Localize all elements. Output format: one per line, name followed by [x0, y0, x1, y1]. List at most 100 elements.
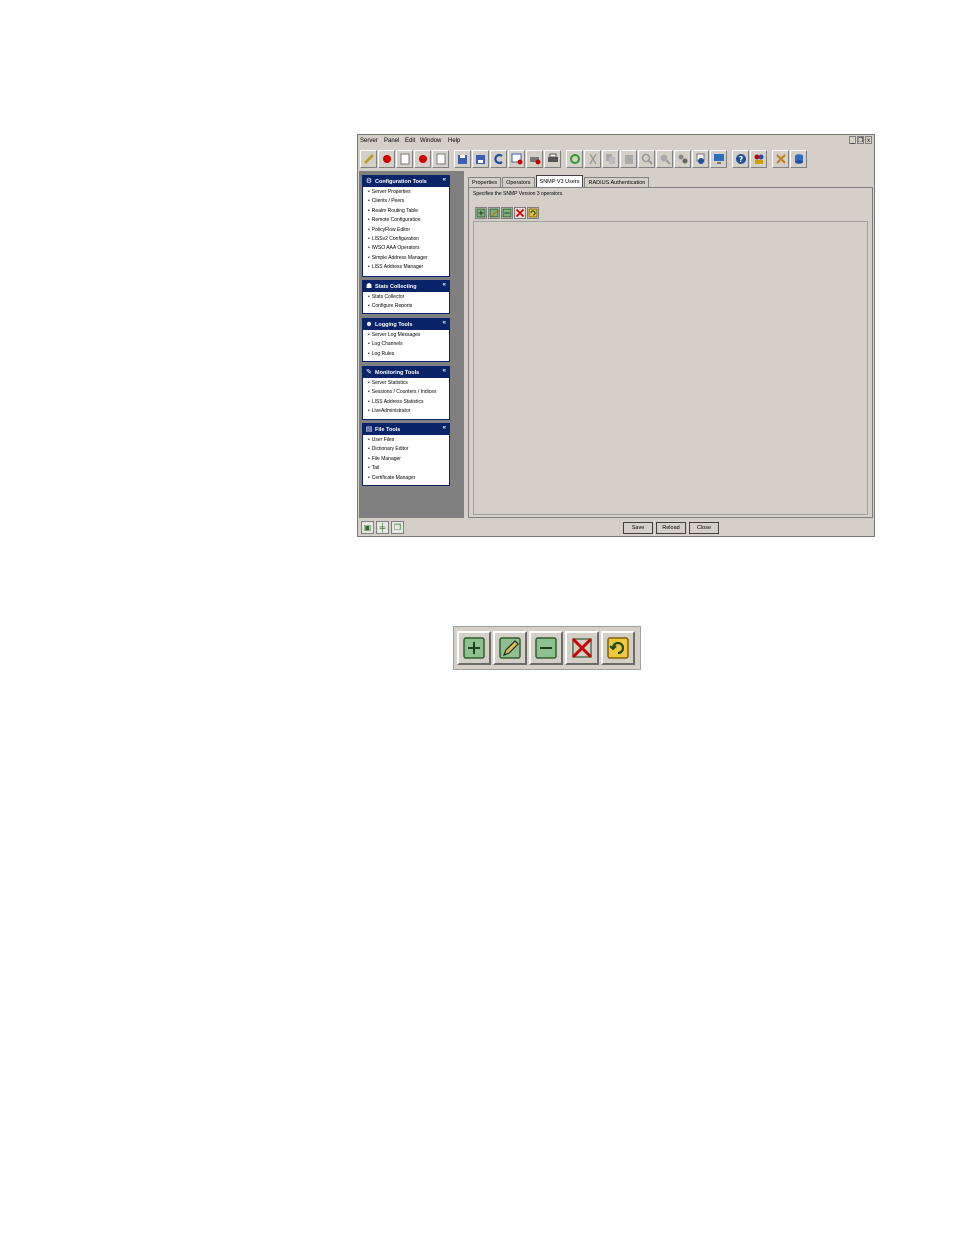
sidebar-item-remote-configuration[interactable]: • Remote Configuration	[368, 216, 449, 225]
panel-header[interactable]: ✎ Monitoring Tools «	[363, 367, 449, 378]
connect-icon[interactable]	[360, 150, 377, 168]
file-tools-icon: ▤	[365, 425, 373, 433]
link-icon[interactable]	[566, 150, 583, 168]
cascade-icon[interactable]: ❐	[391, 521, 404, 534]
sidebar-item-iwso-aaa-operators[interactable]: • IWSO AAA Operators	[368, 244, 449, 253]
sidebar-item-lissv2-configuration[interactable]: • LISSv2 Configuration	[368, 235, 449, 244]
sidebar-item-server-statistics[interactable]: • Server Statistics	[368, 379, 449, 388]
sidebar-item-liss-address-statistics[interactable]: • LISS Address Statistics	[368, 398, 449, 407]
printer-remove-icon[interactable]	[526, 150, 543, 168]
database-icon[interactable]	[790, 150, 807, 168]
record-red-icon[interactable]	[378, 150, 395, 168]
sidebar-item-stats-collector[interactable]: • Stats Collector	[368, 293, 449, 302]
printer-icon[interactable]	[544, 150, 561, 168]
collapse-icon[interactable]: «	[443, 368, 446, 374]
tools-icon[interactable]	[772, 150, 789, 168]
edit-icon[interactable]	[488, 207, 500, 219]
panel-stats-collecting: ☗ Stats Collecting « • Stats Collector • C…	[362, 280, 450, 314]
find-next-icon[interactable]	[656, 150, 673, 168]
collapse-icon[interactable]: «	[443, 425, 446, 431]
save-icon[interactable]	[454, 150, 471, 168]
users-icon[interactable]	[750, 150, 767, 168]
menu-server[interactable]: Server	[360, 138, 378, 144]
sidebar-item-dictionary-editor[interactable]: • Dictionary Editor	[368, 445, 449, 454]
cut-icon[interactable]	[584, 150, 601, 168]
tile-icon[interactable]: ╪	[376, 521, 389, 534]
delete-icon[interactable]	[514, 207, 526, 219]
sidebar-item-sessions-counters-indices[interactable]: • Sessions / Counters / Indices	[368, 388, 449, 397]
sidebar-item-realm-routing-table[interactable]: • Realm Routing Table	[368, 207, 449, 216]
sidebar-item-policyflow-editor[interactable]: • PolicyFlow Editor	[368, 226, 449, 235]
sidebar-item-user-files[interactable]: • User Files	[368, 436, 449, 445]
remove-icon[interactable]	[501, 207, 513, 219]
collapse-icon[interactable]: «	[443, 177, 446, 183]
panel-monitoring-tools: ✎ Monitoring Tools « • Server Statistics …	[362, 366, 450, 420]
dock-icon[interactable]: ▣	[361, 521, 374, 534]
panel-header[interactable]: ☗ Stats Collecting «	[363, 281, 449, 292]
menu-panel[interactable]: Panel	[384, 138, 399, 144]
sidebar-item-configure-reports[interactable]: • Configure Reports	[368, 302, 449, 311]
panel-header[interactable]: ⚙ Configuration Tools «	[363, 176, 449, 187]
delete-icon[interactable]	[565, 631, 599, 665]
reload-button[interactable]: Reload	[656, 522, 686, 534]
undo-icon[interactable]	[527, 207, 539, 219]
sidebar-item-liveadministrator[interactable]: • LiveAdministrator	[368, 407, 449, 416]
main-toolbar: ?	[360, 149, 872, 169]
record-red-icon[interactable]	[414, 150, 431, 168]
edit-icon[interactable]	[493, 631, 527, 665]
logging-tools-icon: ☻	[365, 320, 373, 328]
menu-edit[interactable]: Edit	[405, 138, 415, 144]
stats-collecting-icon: ☗	[365, 282, 373, 290]
document-icon[interactable]	[396, 150, 413, 168]
monitoring-tools-icon: ✎	[366, 368, 372, 376]
sidebar-item-log-rules[interactable]: • Log Rules	[368, 350, 449, 359]
sidebar-item-simple-address-manager[interactable]: • Simple Address Manager	[368, 254, 449, 263]
panel-header[interactable]: ▤ File Tools «	[363, 424, 449, 435]
zoomed-operator-toolbar	[453, 626, 641, 670]
help-icon[interactable]: ?	[732, 150, 749, 168]
restore-button[interactable]: ❐	[857, 136, 864, 144]
paste-icon[interactable]	[620, 150, 637, 168]
panel-title: Logging Tools	[375, 321, 413, 328]
clock-icon[interactable]	[692, 150, 709, 168]
close-window-button[interactable]: x	[865, 136, 872, 144]
remove-icon[interactable]	[529, 631, 563, 665]
add-icon[interactable]	[457, 631, 491, 665]
menu-window[interactable]: Window	[420, 138, 441, 144]
gears-icon[interactable]	[674, 150, 691, 168]
config-tools-icon: ⚙	[365, 177, 373, 185]
refresh-icon[interactable]	[490, 150, 507, 168]
panel-configuration-tools: ⚙ Configuration Tools « • Server Properti…	[362, 175, 450, 277]
document-icon[interactable]	[432, 150, 449, 168]
svg-text:?: ?	[738, 155, 743, 164]
close-button[interactable]: Close	[689, 522, 719, 534]
save-all-icon[interactable]	[472, 150, 489, 168]
window-remove-icon[interactable]	[508, 150, 525, 168]
copy-icon[interactable]	[602, 150, 619, 168]
sidebar-item-clients-peers[interactable]: • Clients / Peers	[368, 197, 449, 206]
sidebar-item-file-manager[interactable]: • File Manager	[368, 455, 449, 464]
panel-title: Monitoring Tools	[375, 369, 420, 376]
sidebar-item-liss-address-manager[interactable]: • LISS Address Manager	[368, 263, 449, 272]
panel-header[interactable]: ☻ Logging Tools «	[363, 319, 449, 330]
panel-logging-tools: ☻ Logging Tools « • Server Log Messages •…	[362, 318, 450, 362]
monitor-icon[interactable]	[710, 150, 727, 168]
sidebar-view-controls: ▣ ╪ ❐	[359, 519, 464, 536]
snmp-users-list[interactable]	[473, 221, 868, 515]
add-icon[interactable]	[475, 207, 487, 219]
sidebar-item-log-channels[interactable]: • Log Channels	[368, 340, 449, 349]
minimize-button[interactable]: _	[849, 136, 856, 144]
sidebar-item-tail[interactable]: • Tail	[368, 464, 449, 473]
main-content: Properties Operators SNMP V3 Users RADIU…	[468, 175, 874, 520]
sidebar-item-server-properties[interactable]: • Server Properties	[368, 188, 449, 197]
sidebar-item-server-log-messages[interactable]: • Server Log Messages	[368, 331, 449, 340]
save-button[interactable]: Save	[623, 522, 653, 534]
menu-help[interactable]: Help	[448, 138, 460, 144]
panel-file-tools: ▤ File Tools « • User Files • Dictionary E…	[362, 423, 450, 486]
tab-panel: Specifies the SNMP Version 3 operators.	[468, 187, 873, 518]
collapse-icon[interactable]: «	[443, 282, 446, 288]
undo-icon[interactable]	[601, 631, 635, 665]
find-icon[interactable]	[638, 150, 655, 168]
collapse-icon[interactable]: «	[443, 320, 446, 326]
sidebar-item-certificate-manager[interactable]: • Certificate Manager	[368, 474, 449, 483]
